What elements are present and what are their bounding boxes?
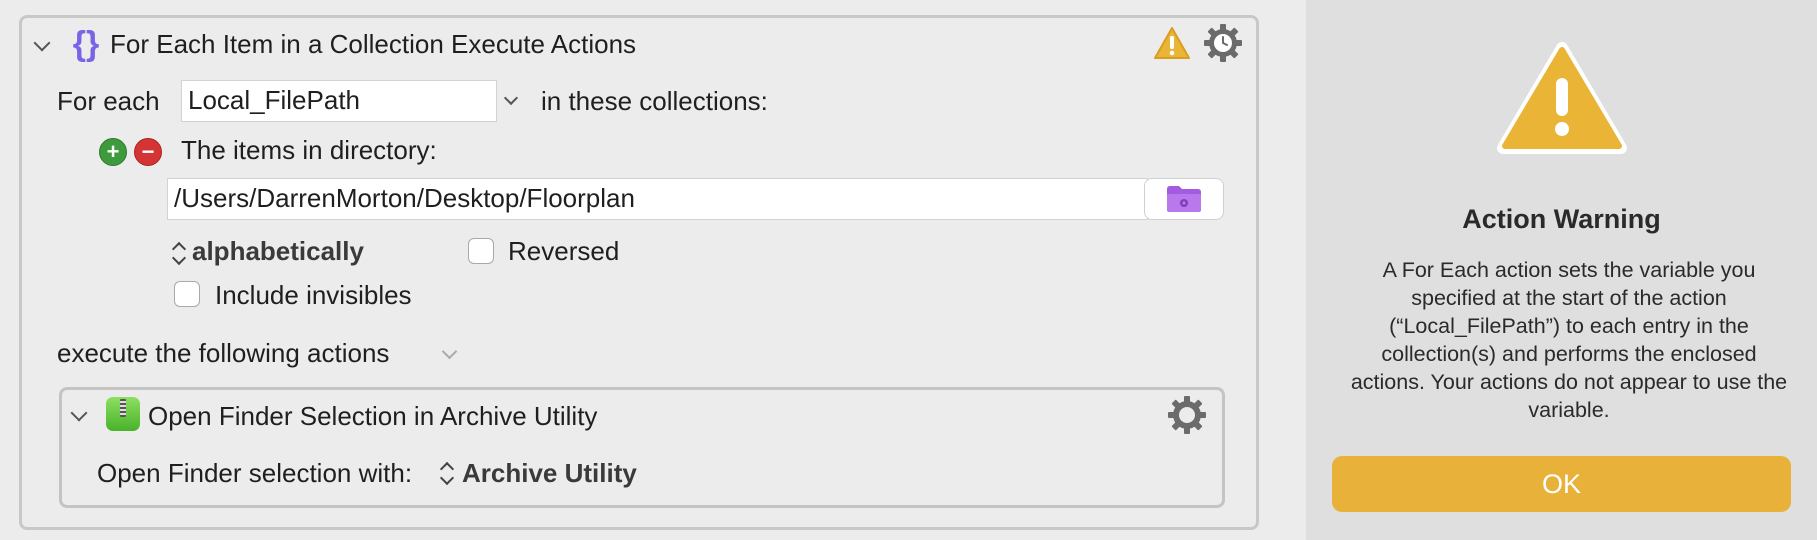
execute-menu-chevron-icon[interactable] xyxy=(441,343,458,360)
warning-message: A For Each action sets the variable you … xyxy=(1350,258,1788,422)
action-warning-panel: Action Warning A For Each action sets th… xyxy=(1306,0,1817,540)
include-invisibles-label: Include invisibles xyxy=(215,280,412,310)
nested-gear-icon[interactable] xyxy=(1166,394,1208,436)
include-invisibles-checkbox[interactable] xyxy=(174,281,200,307)
variable-dropdown-chevron-icon[interactable] xyxy=(503,90,519,106)
reversed-label: Reversed xyxy=(508,236,620,266)
app-up-down-arrows-icon[interactable] xyxy=(439,460,455,486)
nested-action-title: Open Finder Selection in Archive Utility xyxy=(148,401,598,431)
ok-button[interactable]: OK xyxy=(1332,456,1791,512)
remove-collection-button[interactable]: − xyxy=(134,138,162,166)
warning-title: Action Warning xyxy=(1462,204,1661,234)
directory-path-field[interactable]: /Users/DarrenMorton/Desktop/Floorplan xyxy=(167,178,1148,220)
archive-utility-icon xyxy=(106,397,140,431)
nested-collapse-chevron-icon[interactable] xyxy=(70,404,88,422)
action-title: For Each Item in a Collection Execute Ac… xyxy=(110,29,637,59)
choose-folder-button[interactable] xyxy=(1144,178,1224,220)
collapse-chevron-icon[interactable] xyxy=(33,34,51,52)
for-each-label: For each xyxy=(57,86,160,116)
open-with-label: Open Finder selection with: xyxy=(97,458,413,488)
nested-action-panel: Open Finder Selection in Archive Utility… xyxy=(59,387,1225,508)
curly-braces-icon: {} xyxy=(73,25,99,62)
execute-label: execute the following actions xyxy=(57,338,390,368)
large-warning-icon xyxy=(1497,42,1627,154)
variable-name-field[interactable]: Local_FilePath xyxy=(181,80,497,122)
gear-icon[interactable] xyxy=(1202,22,1244,64)
warning-icon[interactable] xyxy=(1153,26,1191,60)
sort-order-popup[interactable]: alphabetically xyxy=(192,236,364,266)
svg-text:{}: {} xyxy=(73,25,99,62)
add-collection-button[interactable]: + xyxy=(99,138,127,166)
in-collections-label: in these collections: xyxy=(541,86,768,116)
reversed-checkbox[interactable] xyxy=(468,238,494,264)
collection-type-label: The items in directory: xyxy=(181,135,437,165)
app-popup[interactable]: Archive Utility xyxy=(462,458,637,488)
up-down-arrows-icon[interactable] xyxy=(171,240,187,266)
folder-icon xyxy=(1167,186,1201,212)
